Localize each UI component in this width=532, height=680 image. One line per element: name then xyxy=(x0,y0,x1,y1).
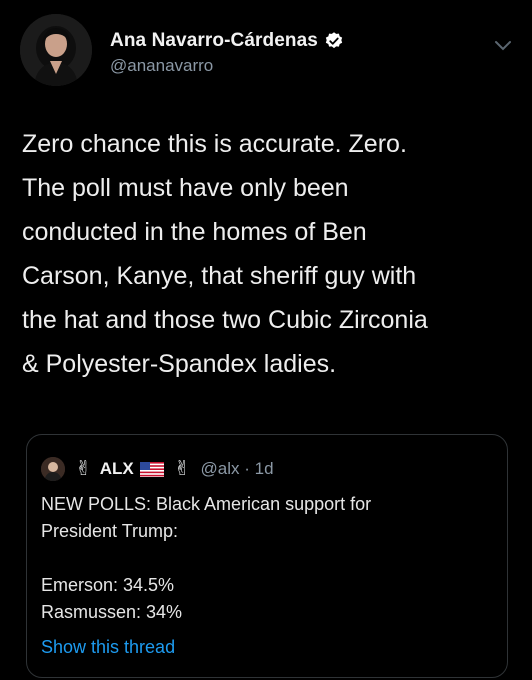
chevron-down-icon[interactable] xyxy=(494,38,512,52)
author-avatar[interactable] xyxy=(20,14,92,86)
quoted-author-avatar xyxy=(41,457,65,481)
us-flag-icon xyxy=(139,461,164,477)
quoted-handle-time: @alx · 1d xyxy=(200,459,274,478)
quoted-tweet-header: ✌ ALX ✌ @alx · 1d xyxy=(41,457,274,481)
quoted-author-name: ALX xyxy=(99,459,134,478)
quoted-blank-line xyxy=(41,545,491,572)
show-thread-link[interactable]: Show this thread xyxy=(41,637,175,658)
quoted-line: Rasmussen: 34% xyxy=(41,602,183,622)
author-handle[interactable]: @ananavarro xyxy=(110,56,213,76)
quoted-tweet[interactable]: ✌ ALX ✌ @alx · 1d NEW POLLS: Black Ameri… xyxy=(26,434,508,678)
profile-photo-icon xyxy=(20,14,92,86)
quoted-line: President Trump: xyxy=(41,521,179,541)
tweet-header: Ana Navarro-Cárdenas @ananavarro xyxy=(20,14,518,88)
victory-hand-emoji: ✌ xyxy=(75,458,92,480)
quoted-tweet-body: NEW POLLS: Black American support for Pr… xyxy=(41,491,491,626)
quoted-line: Emerson: 34.5% xyxy=(41,575,175,595)
author-name-row: Ana Navarro-Cárdenas xyxy=(110,30,344,52)
tweet-text: Zero chance this is accurate. Zero. The … xyxy=(22,130,428,378)
quoted-profile-photo-icon xyxy=(41,457,65,481)
author-name[interactable]: Ana Navarro-Cárdenas xyxy=(110,30,318,52)
verified-badge-icon xyxy=(325,32,343,49)
victory-hand-emoji-2: ✌ xyxy=(173,458,191,480)
quoted-line: NEW POLLS: Black American support for xyxy=(41,494,372,514)
